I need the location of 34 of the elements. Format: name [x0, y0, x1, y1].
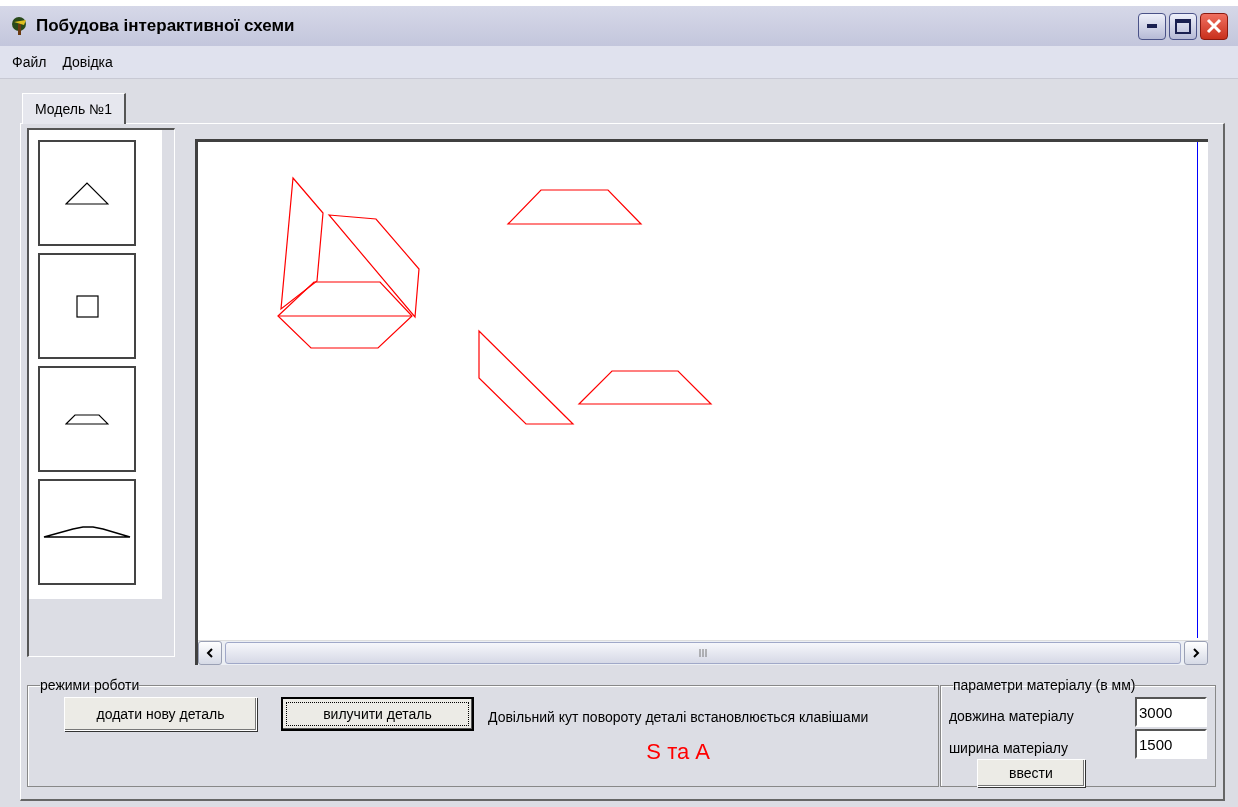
trapezoid-icon	[65, 413, 109, 425]
scroll-right-button[interactable]	[1184, 641, 1208, 665]
scroll-left-button[interactable]	[198, 641, 222, 665]
arc-icon	[43, 526, 131, 538]
field-label: ширина матеріалу	[948, 739, 1069, 756]
input-field[interactable]: 1500	[1135, 729, 1207, 759]
shape-tile[interactable]	[38, 253, 136, 359]
triangle-icon	[65, 181, 109, 205]
menu-item[interactable]: Файл	[12, 54, 47, 70]
maximize-button[interactable]	[1169, 12, 1197, 40]
menu-item[interactable]: Довідка	[62, 54, 113, 70]
input-field[interactable]: 3000	[1135, 697, 1207, 727]
tab[interactable]: Модель №1	[22, 93, 126, 124]
window-title: Побудова інтерактивної схеми	[36, 16, 296, 36]
horizontal-scrollbar[interactable]	[198, 640, 1208, 665]
scroll-thumb[interactable]	[225, 642, 1181, 664]
mode-button[interactable]: вилучити деталь	[281, 697, 474, 731]
square-icon	[75, 294, 99, 318]
mode-button[interactable]: додати нову деталь	[64, 697, 257, 731]
maximize-icon	[1175, 18, 1191, 34]
hint-text: Довільний кут повороту деталі встановлюється клавішами	[488, 709, 869, 725]
shape-tile[interactable]	[38, 479, 136, 585]
keys-text: S та A	[646, 739, 710, 765]
enter-button[interactable]: ввести	[976, 759, 1085, 787]
minimize-button[interactable]	[1138, 12, 1166, 40]
field-label: довжина матеріалу	[948, 707, 1075, 724]
shape-tile[interactable]	[38, 366, 136, 472]
group-title: режими роботи	[40, 677, 140, 693]
grip-icon	[699, 649, 707, 657]
group-title: параметри матеріалу (в мм)	[952, 677, 1136, 693]
minimize-icon	[1147, 24, 1157, 28]
shape-tile[interactable]	[38, 140, 136, 246]
close-button[interactable]	[1200, 12, 1228, 40]
close-icon	[1206, 18, 1222, 34]
